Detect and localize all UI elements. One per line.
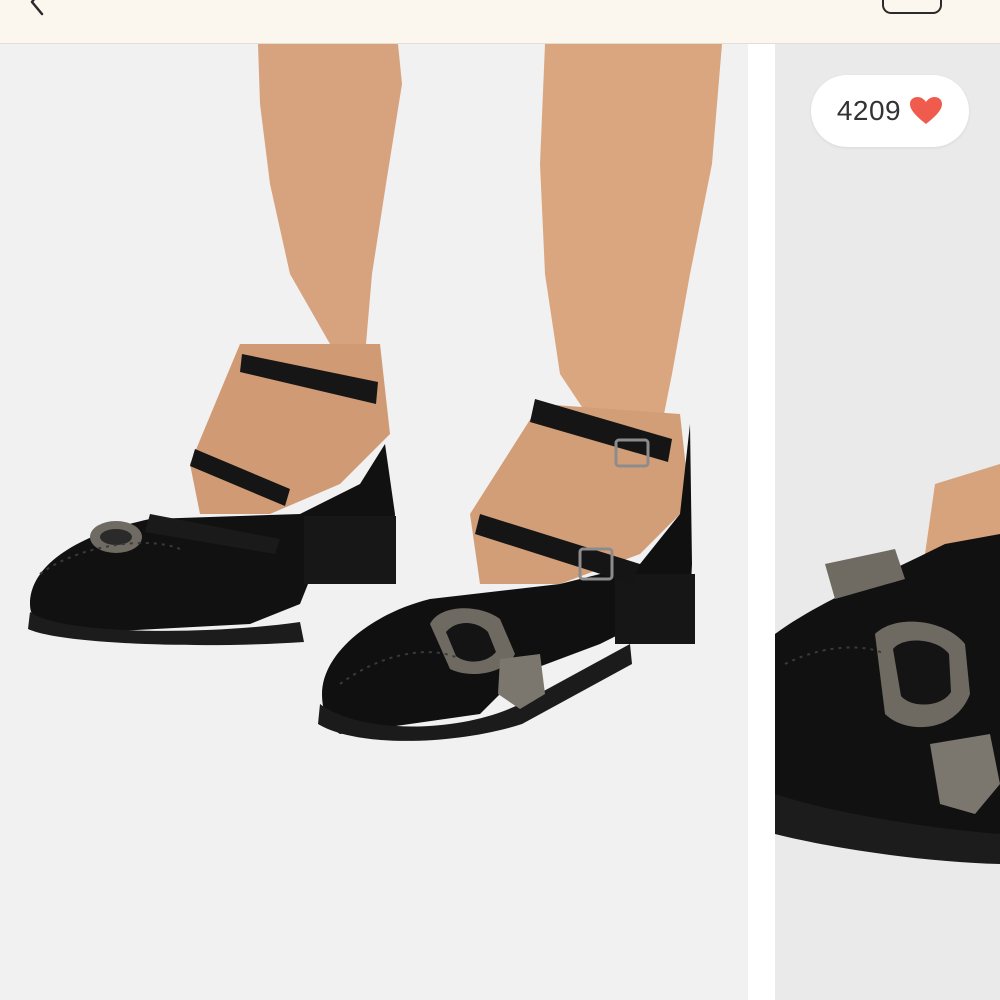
next-product-photo[interactable]: [775, 44, 1000, 1000]
shoe-closeup-illustration: [775, 464, 1000, 864]
top-bar: [0, 0, 1000, 44]
chevron-left-icon[interactable]: [12, 0, 46, 16]
topbar-action-button[interactable]: [882, 0, 942, 14]
shoes-illustration: [28, 44, 722, 741]
main-product-photo[interactable]: [0, 44, 748, 1000]
heart-icon[interactable]: [909, 96, 943, 126]
gallery-gap: [748, 44, 775, 1000]
like-count: 4209: [836, 95, 902, 126]
like-counter[interactable]: 4209: [811, 75, 969, 147]
photo-gallery[interactable]: 4209: [0, 44, 1000, 1000]
